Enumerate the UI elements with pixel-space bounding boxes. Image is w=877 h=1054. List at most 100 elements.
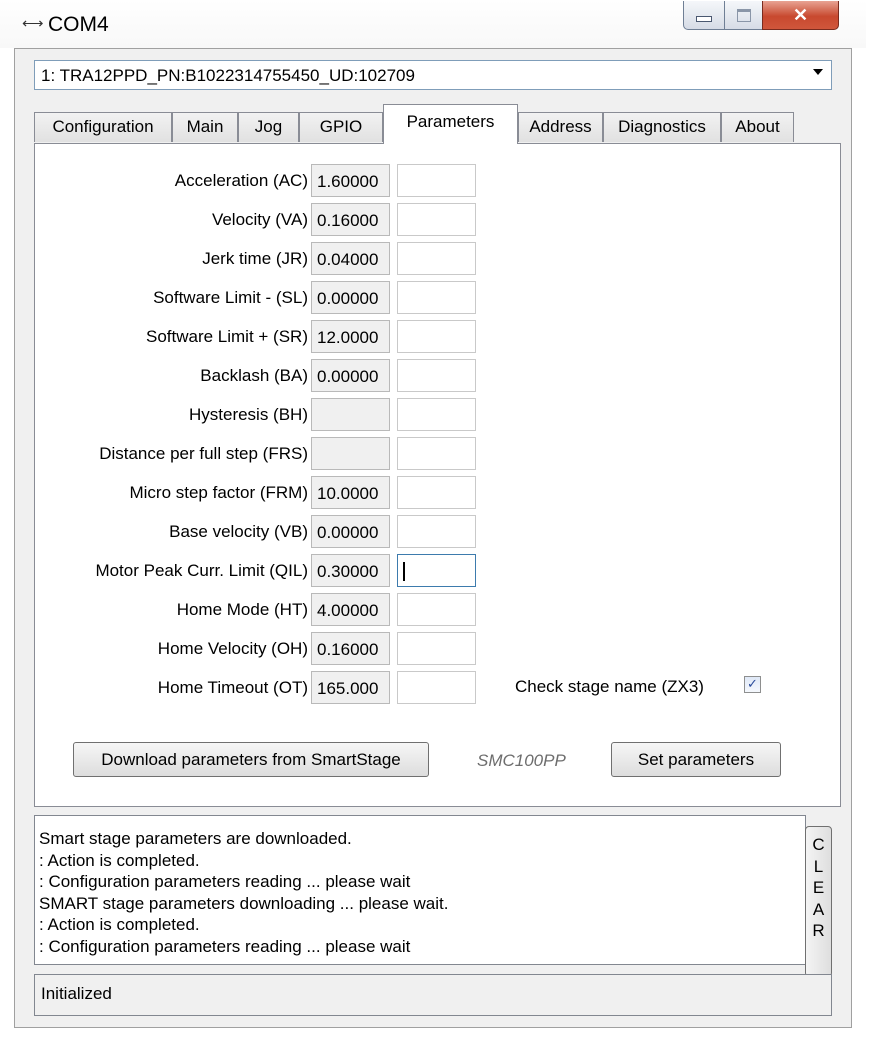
tab-diagnostics[interactable]: Diagnostics	[603, 112, 721, 142]
title-bar: ⟷ COM4 ✕	[0, 0, 866, 48]
status-bar: Initialized	[34, 974, 832, 1016]
param-row-base-velocity: Base velocity (VB) 0.00000	[35, 515, 535, 551]
log-line: : Configuration parameters reading ... p…	[39, 872, 411, 891]
param-current-value: 165.000	[311, 671, 390, 704]
tab-parameters[interactable]: Parameters	[383, 104, 518, 144]
chevron-down-icon[interactable]	[813, 69, 823, 75]
param-label: Micro step factor (FRM)	[129, 483, 308, 502]
param-current-value: 0.00000	[311, 515, 390, 548]
tab-address[interactable]: Address	[518, 112, 603, 142]
param-input-field[interactable]	[397, 359, 476, 392]
param-row-jerk-time: Jerk time (JR) 0.04000	[35, 242, 535, 278]
param-current-value: 0.30000	[311, 554, 390, 587]
param-input-field[interactable]	[397, 203, 476, 236]
main-window: ⟷ COM4 ✕ 1: TRA12PPD_PN:B1022314755450_U…	[0, 0, 866, 1044]
log-line: Smart stage parameters are downloaded.	[39, 829, 352, 848]
param-input-field[interactable]	[397, 164, 476, 197]
minimize-icon	[696, 16, 712, 22]
tab-jog[interactable]: Jog	[238, 112, 299, 142]
device-select-value: 1: TRA12PPD_PN:B1022314755450_UD:102709	[41, 66, 415, 85]
param-row-home-mode: Home Mode (HT) 4.00000	[35, 593, 535, 629]
param-label: Software Limit + (SR)	[145, 327, 308, 346]
param-row-motor-peak-current: Motor Peak Curr. Limit (QIL) 0.30000	[35, 554, 535, 590]
param-label: Home Velocity (OH)	[157, 639, 308, 658]
window-title: COM4	[48, 13, 109, 36]
param-row-home-timeout: Home Timeout (OT) 165.000	[35, 671, 535, 707]
window-edge	[866, 0, 877, 1054]
check-stage-name-checkbox[interactable]: ✓	[744, 676, 761, 693]
param-input-field[interactable]	[397, 398, 476, 431]
maximize-button[interactable]	[724, 1, 763, 30]
param-row-acceleration: Acceleration (AC) 1.60000	[35, 164, 535, 200]
log-line: SMART stage parameters downloading ... p…	[39, 893, 449, 913]
clear-letter: E	[812, 878, 825, 897]
client-area: 1: TRA12PPD_PN:B1022314755450_UD:102709 …	[14, 48, 852, 1028]
log-line: : Action is completed.	[39, 850, 200, 870]
status-text: Initialized	[41, 984, 112, 1003]
param-label: Acceleration (AC)	[174, 171, 308, 190]
device-select[interactable]: 1: TRA12PPD_PN:B1022314755450_UD:102709	[34, 60, 832, 90]
param-current-value	[311, 437, 390, 470]
param-row-distance-per-step: Distance per full step (FRS)	[35, 437, 535, 473]
tab-configuration[interactable]: Configuration	[34, 112, 172, 142]
param-input-field[interactable]	[397, 593, 476, 626]
check-stage-name-label: Check stage name (ZX3)	[515, 677, 704, 696]
tab-about[interactable]: About	[721, 112, 794, 142]
param-input-field[interactable]	[397, 320, 476, 353]
param-label: Velocity (VA)	[211, 210, 308, 229]
param-label: Home Mode (HT)	[176, 600, 308, 619]
parameters-panel: Acceleration (AC) 1.60000 Velocity (VA) …	[34, 143, 841, 807]
controller-model-label: SMC100PP	[477, 751, 566, 770]
param-row-backlash: Backlash (BA) 0.00000	[35, 359, 535, 395]
param-current-value: 12.0000	[311, 320, 390, 353]
param-current-value: 0.16000	[311, 632, 390, 665]
param-current-value: 0.00000	[311, 281, 390, 314]
close-button[interactable]: ✕	[762, 1, 839, 30]
download-parameters-button[interactable]: Download parameters from SmartStage	[73, 742, 429, 777]
param-current-value: 4.00000	[311, 593, 390, 626]
tab-main[interactable]: Main	[172, 112, 238, 142]
param-input-field[interactable]	[397, 476, 476, 509]
param-row-home-velocity: Home Velocity (OH) 0.16000	[35, 632, 535, 668]
log-line: : Action is completed.	[39, 915, 200, 934]
param-label: Distance per full step (FRS)	[99, 444, 308, 463]
tab-gpio[interactable]: GPIO	[299, 112, 383, 142]
param-label: Home Timeout (OT)	[157, 678, 308, 697]
param-row-software-limit-plus: Software Limit + (SR) 12.0000	[35, 320, 535, 356]
minimize-button[interactable]	[683, 1, 725, 30]
log-output[interactable]: Smart stage parameters are downloaded. :…	[34, 815, 806, 965]
param-label: Software Limit - (SL)	[153, 288, 308, 307]
param-label: Motor Peak Curr. Limit (QIL)	[95, 561, 308, 580]
param-row-software-limit-minus: Software Limit - (SL) 0.00000	[35, 281, 535, 317]
param-input-field[interactable]	[397, 281, 476, 314]
close-icon: ✕	[792, 4, 809, 25]
param-input-field[interactable]	[397, 437, 476, 470]
param-current-value: 0.16000	[311, 203, 390, 236]
param-row-velocity: Velocity (VA) 0.16000	[35, 203, 535, 239]
param-input-field[interactable]	[397, 671, 476, 704]
param-current-value: 1.60000	[311, 164, 390, 197]
param-current-value	[311, 398, 390, 431]
param-current-value: 0.00000	[311, 359, 390, 392]
set-parameters-button[interactable]: Set parameters	[611, 742, 781, 777]
param-input-field[interactable]	[397, 515, 476, 548]
clear-letter: C	[812, 835, 825, 854]
param-label: Hysteresis (BH)	[188, 405, 308, 424]
clear-letter: A	[812, 899, 825, 919]
param-input-field[interactable]	[397, 242, 476, 275]
param-input-field[interactable]	[397, 554, 476, 587]
clear-letter: R	[812, 921, 825, 940]
param-row-hysteresis: Hysteresis (BH)	[35, 398, 535, 434]
param-label: Base velocity (VB)	[169, 522, 308, 541]
clear-letter: L	[813, 856, 824, 876]
param-current-value: 10.0000	[311, 476, 390, 509]
log-line: : Configuration parameters reading ... p…	[39, 936, 411, 956]
text-caret	[403, 562, 405, 581]
link-icon: ⟷	[22, 15, 43, 32]
param-input-field[interactable]	[397, 632, 476, 665]
param-current-value: 0.04000	[311, 242, 390, 275]
param-label: Jerk time (JR)	[202, 249, 308, 268]
tab-bar: Configuration Main Jog GPIO Parameters A…	[34, 104, 814, 144]
clear-log-button[interactable]: C L E A R	[805, 826, 832, 977]
maximize-icon	[736, 8, 751, 22]
